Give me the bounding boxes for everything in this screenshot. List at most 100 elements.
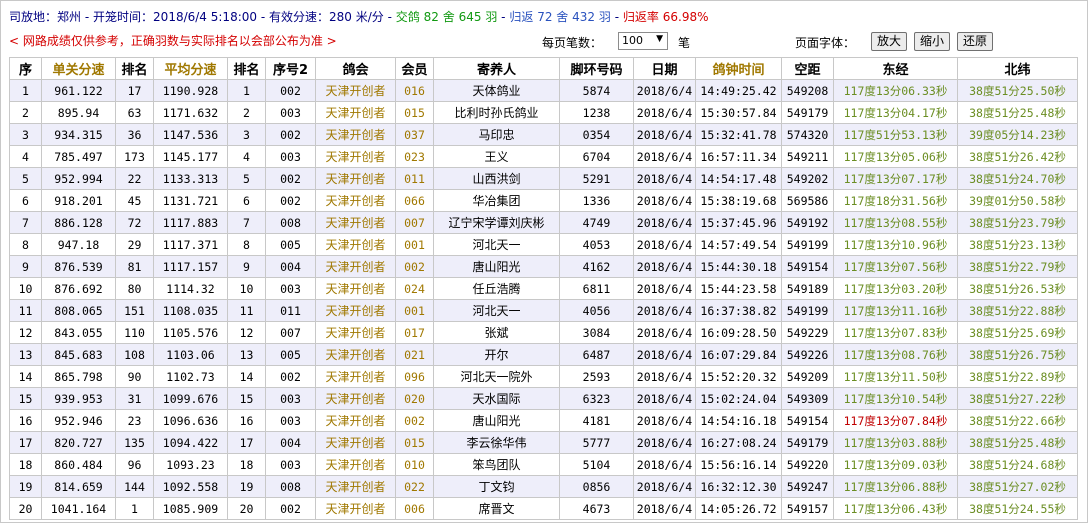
table-cell: 17 [9, 431, 42, 454]
table-cell: 2018/6/4 [633, 189, 696, 212]
per-page-label: 每页笔数： [542, 36, 603, 50]
table-cell: 38度51分24.68秒 [957, 453, 1078, 476]
she-label: 舍 [442, 10, 455, 24]
table-cell: 5291 [559, 167, 634, 190]
table-cell: 876.692 [41, 277, 116, 300]
table-cell: 7 [9, 211, 42, 234]
table-cell: 1117.883 [153, 211, 228, 234]
table-cell: 037 [395, 123, 434, 146]
table-row: 18 860.484 96 1093.23 18 003 天津开创者 010 笨鸟团队 5104 2… [9, 453, 1078, 476]
restore-button[interactable]: 还原 [957, 32, 993, 51]
speed-label: 有效分速： [269, 10, 330, 24]
table-cell: 017 [395, 321, 434, 344]
table-cell: 天津开创者 [315, 123, 396, 146]
table-cell: 38度51分25.50秒 [957, 79, 1078, 102]
table-row: 11 808.065 151 1108.035 11 011 天津开创者 001 河北天一 405… [9, 299, 1078, 322]
table-cell: 2018/6/4 [633, 475, 696, 498]
table-cell: 2 [227, 101, 266, 124]
separator: - [387, 10, 392, 24]
enlarge-button[interactable]: 放大 [871, 32, 907, 51]
table-cell: 4181 [559, 409, 634, 432]
table-cell: 934.315 [41, 123, 116, 146]
col-header[interactable]: 鸽钟时间 [695, 57, 782, 80]
table-cell: 117度13分03.20秒 [833, 277, 958, 300]
col-header: 序号2 [265, 57, 316, 80]
table-cell: 1133.313 [153, 167, 228, 190]
table-cell: 15 [9, 387, 42, 410]
table-cell: 895.94 [41, 101, 116, 124]
table-cell: 015 [395, 101, 434, 124]
table-cell: 549192 [781, 211, 834, 234]
table-cell: 5 [227, 167, 266, 190]
shrink-button[interactable]: 缩小 [914, 32, 950, 51]
table-cell: 6811 [559, 277, 634, 300]
table-cell: 天津开创者 [315, 497, 396, 520]
table-cell: 4056 [559, 299, 634, 322]
table-cell: 002 [265, 497, 316, 520]
separator: - [501, 10, 506, 24]
table-cell: 1096.636 [153, 409, 228, 432]
table-cell: 马印忠 [433, 123, 560, 146]
table-cell: 16 [227, 409, 266, 432]
table-cell: 16:09:28.50 [695, 321, 782, 344]
table-cell: 2018/6/4 [633, 299, 696, 322]
table-row: 10 876.692 80 1114.32 10 003 天津开创者 024 任丘浩腾 6811 2… [9, 277, 1078, 300]
table-cell: 117度13分08.55秒 [833, 211, 958, 234]
table-cell: 1238 [559, 101, 634, 124]
table-cell: 天津开创者 [315, 145, 396, 168]
table-row: 6 918.201 45 1131.721 6 002 天津开创者 066 华冶集团 1336 20… [9, 189, 1078, 212]
col-header[interactable]: 平均分速 [153, 57, 228, 80]
table-cell: 4673 [559, 497, 634, 520]
table-cell: 14:05:26.72 [695, 497, 782, 520]
table-cell: 14:57:49.54 [695, 233, 782, 256]
table-cell: 90 [115, 365, 154, 388]
table-cell: 4749 [559, 211, 634, 234]
table-cell: 天津开创者 [315, 211, 396, 234]
col-header: 寄养人 [433, 57, 560, 80]
table-cell: 12 [227, 321, 266, 344]
per-page-value: 100 [622, 34, 643, 47]
table-cell: 10 [227, 277, 266, 300]
table-cell: 14 [9, 365, 42, 388]
she-label: 舍 [556, 10, 569, 24]
table-cell: 2593 [559, 365, 634, 388]
table-row: 14 865.798 90 1102.73 14 002 天津开创者 096 河北天一院外 259… [9, 365, 1078, 388]
col-header[interactable]: 单关分速 [41, 57, 116, 80]
table-cell: 39度01分50.58秒 [957, 189, 1078, 212]
table-cell: 549202 [781, 167, 834, 190]
table-cell: 63 [115, 101, 154, 124]
table-cell: 1 [115, 497, 154, 520]
table-cell: 1094.422 [153, 431, 228, 454]
table-cell: 天津开创者 [315, 277, 396, 300]
table-cell: 110 [115, 321, 154, 344]
table-cell: 1085.909 [153, 497, 228, 520]
table-row: 16 952.946 23 1096.636 16 003 天津开创者 002 唐山阳光 4181… [9, 409, 1078, 432]
col-header: 东经 [833, 57, 958, 80]
table-cell: 38度51分24.70秒 [957, 167, 1078, 190]
per-page-unit: 笔 [678, 36, 691, 50]
release-place-label: 司放地： [9, 10, 58, 24]
table-cell: 4 [9, 145, 42, 168]
per-page-select[interactable]: 100 ▼ [618, 32, 668, 50]
table-cell: 17 [227, 431, 266, 454]
table-cell: 天津开创者 [315, 365, 396, 388]
table-row: 17 820.727 135 1094.422 17 004 天津开创者 015 李云徐华伟 57… [9, 431, 1078, 454]
table-cell: 河北天一 [433, 233, 560, 256]
table-cell: 117度13分11.50秒 [833, 365, 958, 388]
table-cell: 山西洪剑 [433, 167, 560, 190]
table-cell: 38度51分25.48秒 [957, 431, 1078, 454]
table-cell: 席晋文 [433, 497, 560, 520]
table-cell: 13 [227, 343, 266, 366]
table-cell: 9 [9, 255, 42, 278]
table-cell: 022 [395, 475, 434, 498]
table-cell: 唐山阳光 [433, 255, 560, 278]
table-cell: 011 [265, 299, 316, 322]
table-cell: 辽宁宋学谭刘庆彬 [433, 211, 560, 234]
table-cell: 096 [395, 365, 434, 388]
table-cell: 117度13分07.83秒 [833, 321, 958, 344]
table-cell: 024 [395, 277, 434, 300]
table-cell: 003 [265, 277, 316, 300]
table-cell: 117度13分05.06秒 [833, 145, 958, 168]
table-cell: 820.727 [41, 431, 116, 454]
table-cell: 1 [227, 79, 266, 102]
